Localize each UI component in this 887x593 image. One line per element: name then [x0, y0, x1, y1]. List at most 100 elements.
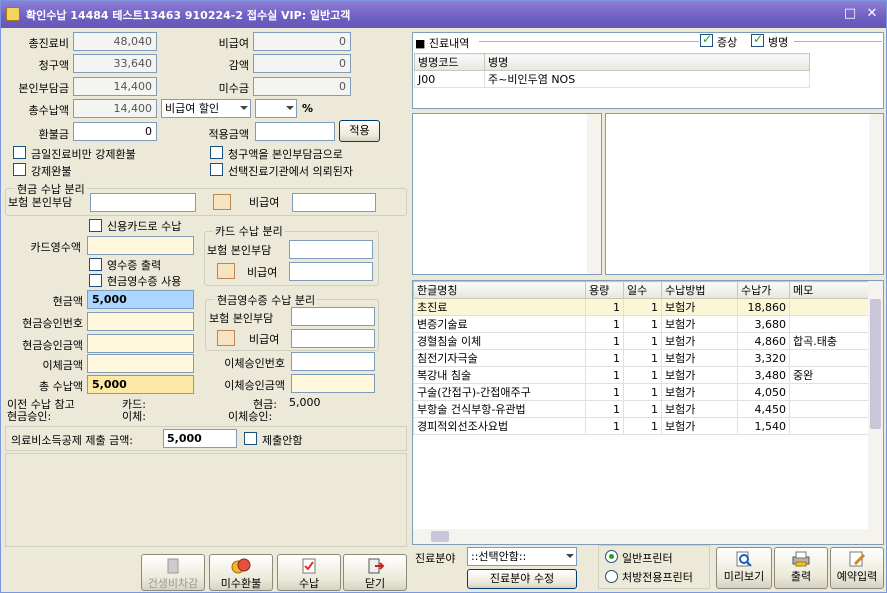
referred-checkbox[interactable] [210, 163, 223, 176]
claim-as-self-checkbox[interactable] [210, 146, 223, 159]
table-row[interactable]: 구술(간접구)-간접애주구 1 1 보험가 4,050 [413, 383, 869, 401]
self-pay-field[interactable]: 14,400 [73, 77, 157, 96]
memo-cell [789, 315, 869, 333]
field-select[interactable]: ::선택안함:: [467, 547, 577, 566]
column-header[interactable]: 병명코드 [414, 53, 485, 71]
scroll-thumb[interactable] [870, 299, 881, 429]
checklist-icon [302, 558, 316, 574]
total-payment-field[interactable]: 5,000 [87, 375, 194, 394]
printer-normal-radio[interactable] [605, 550, 618, 563]
apply-button[interactable]: 적용 [339, 120, 380, 142]
items-table: 한글명칭 용량 일수 수납방법 수납가 메모 초진료 1 1 보험가 18,860 변증기… [413, 281, 869, 435]
horizontal-scrollbar[interactable] [413, 529, 868, 544]
calculator-icon[interactable] [217, 330, 235, 346]
printer-rx-radio[interactable] [605, 570, 618, 583]
table-row[interactable]: 부항술 건식부항-유관법 1 1 보험가 4,450 [413, 400, 869, 418]
cash-receipt-insurance-field[interactable] [291, 307, 375, 326]
scrollbar[interactable] [869, 114, 883, 274]
print-button[interactable]: 출력 [774, 547, 828, 589]
table-row[interactable]: 경피적외선조사요법 1 1 보험가 1,540 [413, 417, 869, 435]
transfer-amount-label: 이체금액 [42, 359, 83, 372]
percent-select[interactable] [255, 99, 297, 118]
self-pay-label: 본인부담금 [18, 82, 69, 95]
scroll-thumb[interactable] [431, 531, 449, 542]
close-window-button[interactable]: ✕ [863, 6, 881, 23]
window-title: 확인수납 14484 테스트13463 910224-2 접수실 VIP: 일반… [26, 9, 351, 22]
payment-method-cell: 보험가 [661, 400, 738, 418]
cash-approval-no-field[interactable] [87, 312, 194, 331]
table-row[interactable]: 변증기술료 1 1 보험가 3,680 [413, 315, 869, 333]
chevron-down-icon [240, 106, 248, 110]
dose-cell: 1 [585, 383, 624, 401]
transfer-approval-no-field[interactable] [291, 352, 375, 371]
health-diff-button[interactable]: 건생비차감 [141, 554, 205, 591]
column-header[interactable]: 병명 [484, 53, 810, 71]
unpaid-refund-button[interactable]: 미수환불 [209, 554, 273, 591]
scrollbar[interactable] [587, 114, 601, 274]
card-split-insurance-field[interactable] [289, 240, 373, 259]
symptom-checkbox[interactable] [700, 32, 713, 47]
preview-button[interactable]: 미리보기 [716, 547, 772, 589]
table-row[interactable]: 경혈침술 이체 1 1 보험가 4,860 합곡.태충 [413, 332, 869, 350]
table-row[interactable]: J00 주~비인두염 NOS [414, 70, 810, 88]
memo-cell [789, 349, 869, 367]
credit-card-checkbox[interactable] [89, 219, 102, 232]
printer-icon [792, 551, 810, 567]
card-split-noncovered-label: 비급여 [247, 266, 278, 279]
noncovered-field[interactable]: 0 [253, 32, 351, 51]
price-cell: 3,320 [737, 349, 790, 367]
close-button[interactable]: 닫기 [343, 554, 407, 591]
field-edit-button[interactable]: 진료분야 수정 [467, 569, 577, 589]
apply-amount-field[interactable] [255, 122, 335, 141]
column-header[interactable]: 일수 [623, 281, 662, 299]
days-cell: 1 [623, 400, 662, 418]
force-refund-checkbox[interactable] [13, 146, 26, 159]
card-amount-field[interactable] [87, 236, 194, 255]
cash-receipt-label: 현금영수증 사용 [107, 275, 182, 288]
print-label: 출력 [790, 570, 812, 583]
table-row[interactable]: 복강내 침술 1 1 보험가 3,480 중완 [413, 366, 869, 384]
transfer-approval-amount-field[interactable] [291, 374, 375, 393]
force-complete-label: 강제완불 [31, 165, 72, 178]
table-row[interactable]: 침전기자극술 1 1 보험가 3,320 [413, 349, 869, 367]
transfer-amount-field[interactable] [87, 354, 194, 373]
column-header[interactable]: 메모 [789, 281, 869, 299]
chevron-down-icon [286, 106, 294, 110]
total-fee-field[interactable]: 48,040 [73, 32, 157, 51]
refund-field[interactable]: 0 [73, 122, 157, 141]
total-received-field[interactable]: 14,400 [73, 99, 157, 118]
column-header[interactable]: 수납가 [737, 281, 790, 299]
table-row[interactable]: 초진료 1 1 보험가 18,860 [413, 298, 869, 316]
payment-method-cell: 보험가 [661, 366, 738, 384]
vertical-scrollbar[interactable] [868, 281, 883, 544]
discount-type-select[interactable]: 비급여 할인 [161, 99, 251, 118]
close-label: 닫기 [364, 577, 386, 590]
apply-amount-label: 적용금액 [208, 128, 249, 141]
column-header[interactable]: 수납방법 [661, 281, 738, 299]
cash-amount-field[interactable]: 5,000 [87, 290, 194, 309]
calculator-icon[interactable] [217, 263, 235, 279]
cash-receipt-noncovered-label: 비급여 [249, 333, 280, 346]
column-header[interactable]: 한글명칭 [413, 281, 586, 299]
maximize-button[interactable]: □ [841, 6, 859, 23]
item-name-cell: 초진료 [413, 298, 586, 316]
price-cell: 18,860 [737, 298, 790, 316]
unpaid-field[interactable]: 0 [253, 77, 351, 96]
cash-receipt-checkbox[interactable] [89, 274, 102, 287]
claim-field[interactable]: 33,640 [73, 54, 157, 73]
deduction-field[interactable]: 5,000 [163, 429, 237, 448]
cash-split-noncovered-field[interactable] [292, 193, 376, 212]
reserve-button[interactable]: 예약입력 [830, 547, 884, 589]
deduction-exclude-checkbox[interactable] [244, 432, 257, 445]
cash-approval-amount-field[interactable] [87, 334, 194, 353]
calculator-icon[interactable] [213, 194, 231, 210]
cash-split-insurance-field[interactable] [90, 193, 196, 212]
cash-receipt-noncovered-field[interactable] [291, 329, 375, 348]
card-split-noncovered-field[interactable] [289, 262, 373, 281]
receipt-print-checkbox[interactable] [89, 258, 102, 271]
disease-checkbox[interactable] [751, 32, 764, 47]
discount-field[interactable]: 0 [253, 54, 351, 73]
force-complete-checkbox[interactable] [13, 163, 26, 176]
column-header[interactable]: 용량 [585, 281, 624, 299]
receive-button[interactable]: 수납 [277, 554, 341, 591]
